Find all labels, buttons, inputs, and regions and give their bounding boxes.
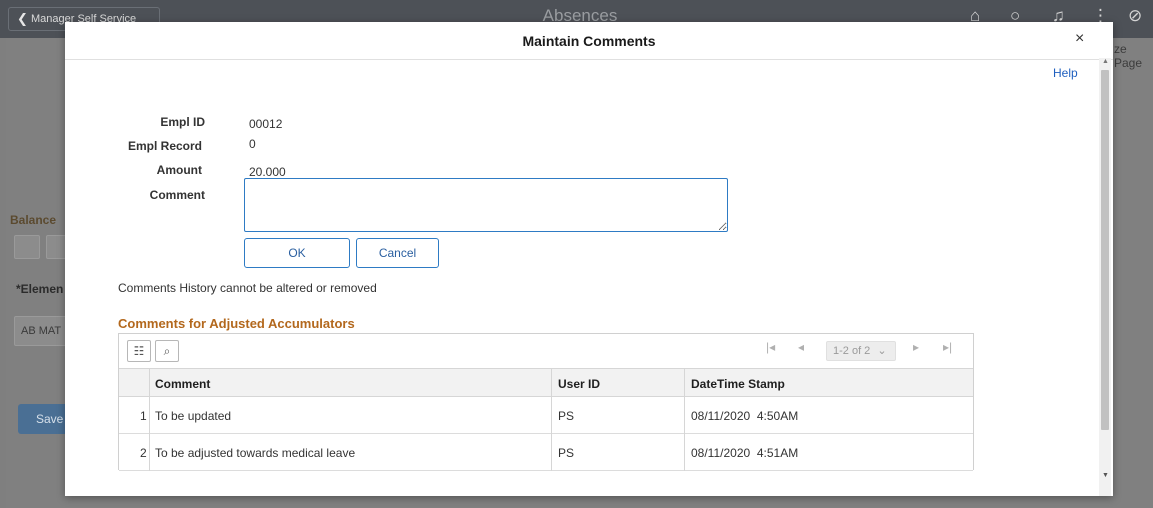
first-page-icon[interactable]: |◂ <box>766 340 775 354</box>
grid-search-icon: ⌕ <box>163 344 171 358</box>
last-page-icon[interactable]: ▸| <box>943 340 952 354</box>
empl-id-label: Empl ID <box>160 115 205 129</box>
row-user-id: PS <box>558 409 575 423</box>
dropdown-chevron-icon: ⌄ <box>877 345 887 357</box>
empl-record-value: 0 <box>249 137 256 151</box>
comment-field[interactable] <box>244 178 728 232</box>
empl-record-label: Empl Record <box>127 139 202 153</box>
grid-header-row: Comment User ID DateTime Stamp <box>119 368 973 397</box>
cancel-button[interactable]: Cancel <box>356 238 439 268</box>
maintain-comments-modal: Maintain Comments × Help Empl ID 00012 E… <box>65 22 1113 496</box>
row-user-id: PS <box>558 446 575 460</box>
back-chevron-icon: ❮ <box>17 11 28 26</box>
previous-page-icon[interactable]: ◂ <box>798 340 804 354</box>
navbar-icon[interactable]: ⊘ <box>1128 6 1142 26</box>
grid-personalize-button[interactable]: ☷ <box>127 340 151 362</box>
table-row: 2 To be adjusted towards medical leave P… <box>119 434 973 471</box>
section-title: Comments for Adjusted Accumulators <box>118 316 355 331</box>
row-datetime: 08/11/2020 4:50AM <box>691 409 799 423</box>
history-note: Comments History cannot be altered or re… <box>118 281 377 295</box>
grid-search-button[interactable]: ⌕ <box>155 340 179 362</box>
next-page-icon[interactable]: ▸ <box>913 340 919 354</box>
empl-id-value: 00012 <box>249 117 283 131</box>
modal-scrollbar[interactable]: ▲ ▼ <box>1099 58 1111 496</box>
row-number: 2 <box>140 446 147 460</box>
modal-title: Maintain Comments <box>522 33 656 49</box>
grid-personalize-icon: ☷ <box>133 344 145 358</box>
comment-label: Comment <box>149 188 205 202</box>
row-datetime: 08/11/2020 4:51AM <box>691 446 799 460</box>
scroll-up-icon[interactable]: ▲ <box>1102 58 1109 65</box>
row-comment: To be adjusted towards medical leave <box>155 446 356 460</box>
column-divider <box>684 368 685 471</box>
close-icon[interactable]: × <box>1075 30 1084 48</box>
table-row: 1 To be updated PS 08/11/2020 4:50AM <box>119 397 973 434</box>
modal-header: Maintain Comments × <box>65 22 1113 60</box>
column-header-datetime[interactable]: DateTime Stamp <box>691 377 785 391</box>
column-divider <box>551 368 552 471</box>
page-range-select[interactable]: 1-2 of 2 ⌄ <box>826 341 896 361</box>
column-header-comment[interactable]: Comment <box>155 377 210 391</box>
row-number: 1 <box>140 409 147 423</box>
column-divider <box>149 368 150 471</box>
column-header-user-id[interactable]: User ID <box>558 377 600 391</box>
element-label: *Elemen <box>16 282 64 296</box>
page-range-value: 1-2 of 2 <box>833 345 871 357</box>
help-link[interactable]: Help <box>1053 66 1078 80</box>
personalize-page-link[interactable]: ze Page <box>1114 42 1153 70</box>
comments-grid: ☷ ⌕ |◂ ◂ 1-2 of 2 ⌄ ▸ ▸| Comment User ID… <box>118 333 974 471</box>
bg-personalize-button[interactable] <box>14 235 40 259</box>
amount-value: 20.000 <box>249 165 286 179</box>
scroll-down-icon[interactable]: ▼ <box>1102 472 1109 479</box>
amount-label: Amount <box>156 163 202 177</box>
grid-toolbar: ☷ ⌕ |◂ ◂ 1-2 of 2 ⌄ ▸ ▸| <box>119 334 973 368</box>
balance-heading: Balance <box>10 213 57 227</box>
scroll-thumb[interactable] <box>1101 70 1109 430</box>
ok-button[interactable]: OK <box>244 238 350 268</box>
row-comment: To be updated <box>155 409 232 423</box>
